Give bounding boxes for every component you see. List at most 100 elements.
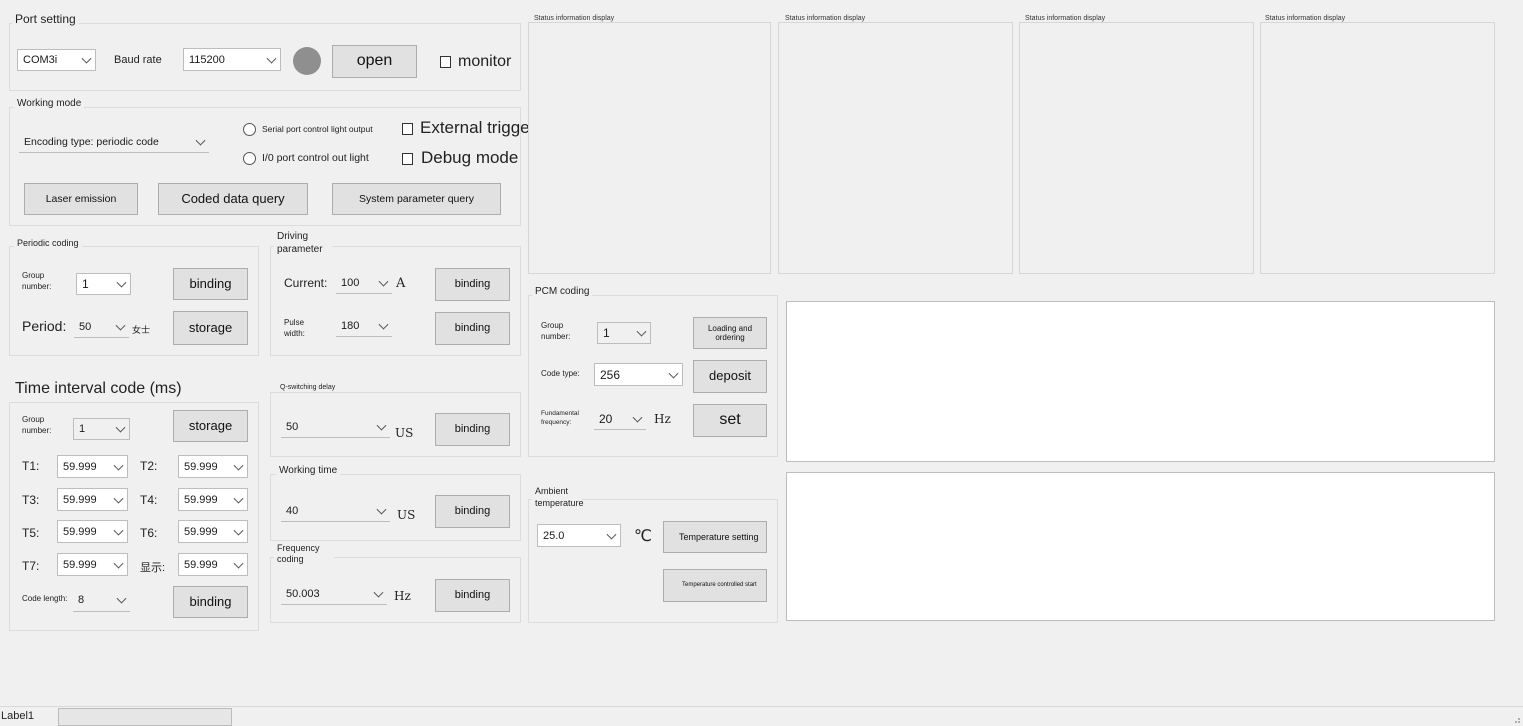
t4-value: 59.999: [184, 493, 218, 506]
period-value: 50: [79, 320, 92, 333]
t5-value: 59.999: [63, 525, 97, 538]
current-label: Current:: [284, 276, 328, 290]
current-binding-button[interactable]: binding: [435, 268, 510, 301]
working-time-binding-button[interactable]: binding: [435, 495, 510, 528]
pcm-group-select[interactable]: 1: [597, 322, 651, 344]
chevron-down-icon: [113, 460, 124, 471]
coded-data-query-button[interactable]: Coded data query: [158, 183, 308, 215]
chevron-down-icon: [636, 326, 647, 337]
time-group-number-label: Group number:: [22, 415, 52, 435]
code-type-value: 256: [600, 367, 621, 382]
system-parameter-query-button[interactable]: System parameter query: [332, 183, 501, 215]
chevron-down-icon: [668, 368, 679, 379]
chevron-down-icon: [233, 525, 244, 536]
periodic-binding-button[interactable]: binding: [173, 268, 248, 300]
t1-label: T1:: [22, 459, 40, 473]
external-trigger-checkbox[interactable]: [402, 123, 413, 135]
chevron-down-icon: [233, 558, 244, 569]
time-group-select[interactable]: 1: [73, 418, 130, 440]
chevron-down-icon: [376, 420, 387, 431]
chevron-down-icon: [116, 277, 127, 288]
laser-emission-button[interactable]: Laser emission: [24, 183, 138, 215]
t8-value: 59.999: [184, 558, 218, 571]
frequency-unit: Hz: [394, 589, 411, 603]
periodic-group-value: 1: [82, 277, 89, 291]
fundamental-frequency-unit: Hz: [654, 412, 671, 426]
monitor-checkbox[interactable]: [440, 56, 451, 68]
code-length-select[interactable]: 8: [73, 589, 130, 612]
t6-value: 59.999: [184, 525, 218, 538]
port-select[interactable]: COM3i: [17, 49, 96, 71]
status-panel-1: [528, 22, 771, 274]
periodic-group-number-label: Group number:: [22, 271, 52, 291]
current-select[interactable]: 100: [336, 272, 392, 294]
pcm-output-textbox[interactable]: [786, 301, 1495, 462]
frequency-binding-button[interactable]: binding: [435, 579, 510, 612]
chevron-down-icon: [116, 593, 127, 604]
open-button[interactable]: open: [332, 45, 417, 78]
t3-label: T3:: [22, 493, 40, 507]
working-time-unit: US: [397, 508, 416, 522]
period-select[interactable]: 50: [74, 316, 129, 338]
code-type-label: Code type:: [541, 369, 580, 378]
temperature-controlled-start-button[interactable]: Temperature controlled start: [663, 569, 767, 602]
periodic-storage-button[interactable]: storage: [173, 311, 248, 345]
temperature-output-textbox[interactable]: [786, 472, 1495, 621]
encoding-type-select[interactable]: Encoding type: periodic code: [19, 131, 209, 153]
t4-select[interactable]: 59.999: [178, 488, 248, 511]
q-switching-binding-button[interactable]: binding: [435, 413, 510, 446]
fundamental-frequency-value: 20: [599, 411, 613, 426]
q-switching-value: 50: [286, 420, 299, 433]
port-setting-title: Port setting: [12, 12, 79, 26]
t2-select[interactable]: 59.999: [178, 455, 248, 478]
q-switching-unit: US: [395, 426, 414, 440]
ambient-temperature-title: Ambient temperature: [532, 485, 584, 509]
t6-select[interactable]: 59.999: [178, 520, 248, 543]
frequency-select[interactable]: 50.003: [281, 583, 387, 605]
time-interval-title: Time interval code (ms): [12, 380, 185, 398]
t4-label: T4:: [140, 493, 158, 507]
pulse-binding-button[interactable]: binding: [435, 312, 510, 345]
t7-value: 59.999: [63, 558, 97, 571]
t7-select[interactable]: 59.999: [57, 553, 128, 576]
q-switching-select[interactable]: 50: [281, 416, 390, 438]
serial-port-radio-label: Serial port control light output: [262, 124, 373, 134]
io-port-radio-label: I/0 port control out light: [262, 152, 369, 164]
pcm-group-number-label: Group number:: [541, 321, 571, 341]
chevron-down-icon: [376, 504, 387, 515]
t1-select[interactable]: 59.999: [57, 455, 128, 478]
resize-grip-icon[interactable]: [1511, 714, 1521, 724]
temperature-setting-button[interactable]: Temperature setting: [663, 521, 767, 553]
loading-ordering-button[interactable]: Loading and ordering: [693, 317, 767, 349]
temperature-select[interactable]: 25.0: [537, 524, 621, 547]
pcm-coding-title: PCM coding: [532, 286, 593, 297]
chevron-down-icon: [81, 53, 92, 64]
fundamental-frequency-select[interactable]: 20: [594, 408, 646, 430]
baud-rate-value: 115200: [189, 53, 225, 66]
pulse-width-select[interactable]: 180: [336, 315, 392, 337]
debug-mode-checkbox[interactable]: [402, 153, 413, 165]
status-panel-2-title: Status information display: [785, 15, 866, 22]
time-storage-button[interactable]: storage: [173, 410, 248, 442]
t8-select[interactable]: 59.999: [178, 553, 248, 576]
time-binding-button[interactable]: binding: [173, 586, 248, 618]
serial-port-radio[interactable]: [243, 123, 256, 136]
chevron-down-icon: [606, 529, 617, 540]
working-time-value: 40: [286, 504, 299, 517]
code-type-select[interactable]: 256: [594, 363, 683, 386]
pulse-width-value: 180: [341, 319, 360, 332]
t3-select[interactable]: 59.999: [57, 488, 128, 511]
io-port-radio[interactable]: [243, 152, 256, 165]
chevron-down-icon: [378, 319, 389, 330]
encoding-type-value: Encoding type: periodic code: [24, 135, 159, 148]
baud-rate-select[interactable]: 115200: [183, 48, 281, 71]
set-button[interactable]: set: [693, 404, 767, 437]
frequency-value: 50.003: [286, 587, 320, 600]
port-select-value: COM3i: [23, 54, 58, 66]
t2-value: 59.999: [184, 460, 218, 473]
periodic-group-select[interactable]: 1: [76, 273, 131, 295]
deposit-button[interactable]: deposit: [693, 360, 767, 393]
status-panel-1-title: Status information display: [534, 15, 615, 22]
working-time-select[interactable]: 40: [281, 500, 390, 522]
t5-select[interactable]: 59.999: [57, 520, 128, 543]
